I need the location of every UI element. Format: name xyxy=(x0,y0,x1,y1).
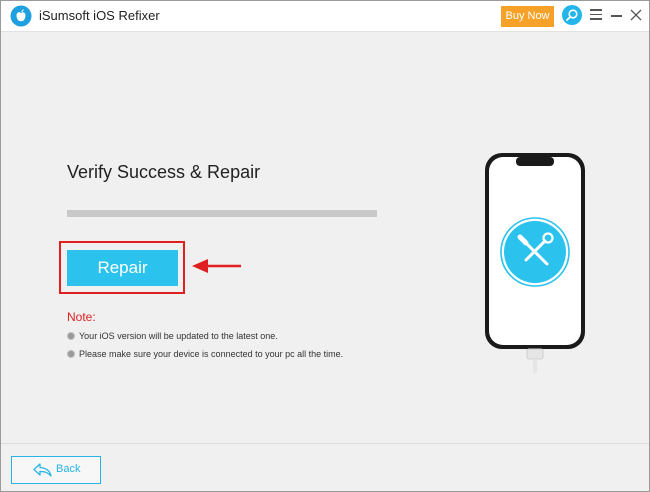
note-text: Your iOS version will be updated to the … xyxy=(79,331,278,341)
search-button[interactable] xyxy=(562,5,582,25)
note-item: Your iOS version will be updated to the … xyxy=(67,331,278,341)
back-button[interactable]: Back xyxy=(11,456,101,484)
repair-button[interactable]: Repair xyxy=(67,250,178,286)
minimize-button[interactable] xyxy=(611,15,622,17)
app-title: iSumsoft iOS Refixer xyxy=(39,8,160,23)
menu-icon-bar xyxy=(590,13,602,15)
note-text: Please make sure your device is connecte… xyxy=(79,349,344,359)
buy-now-button[interactable]: Buy Now xyxy=(501,6,554,27)
note-item: Please make sure your device is connecte… xyxy=(67,349,343,359)
title-bar: iSumsoft iOS Refixer Buy Now xyxy=(1,1,649,32)
menu-icon-bar xyxy=(590,18,602,20)
app-window: iSumsoft iOS Refixer Buy Now Verify Succ… xyxy=(0,0,650,492)
search-icon xyxy=(566,9,578,21)
pointer-arrow-icon xyxy=(192,259,241,273)
menu-button[interactable] xyxy=(590,9,602,21)
back-label: Back xyxy=(56,463,81,475)
menu-icon-bar xyxy=(590,9,602,11)
note-title: Note: xyxy=(67,310,96,324)
bullet-icon xyxy=(67,350,75,358)
progress-bar xyxy=(67,210,377,217)
app-logo-icon xyxy=(10,5,32,27)
phone-illustration xyxy=(485,153,585,373)
page-heading: Verify Success & Repair xyxy=(67,162,261,182)
back-arrow-icon xyxy=(33,463,52,477)
close-button[interactable] xyxy=(630,9,642,21)
bullet-icon xyxy=(67,332,75,340)
footer-bar: Back xyxy=(1,443,649,491)
progress-fill xyxy=(67,210,377,217)
